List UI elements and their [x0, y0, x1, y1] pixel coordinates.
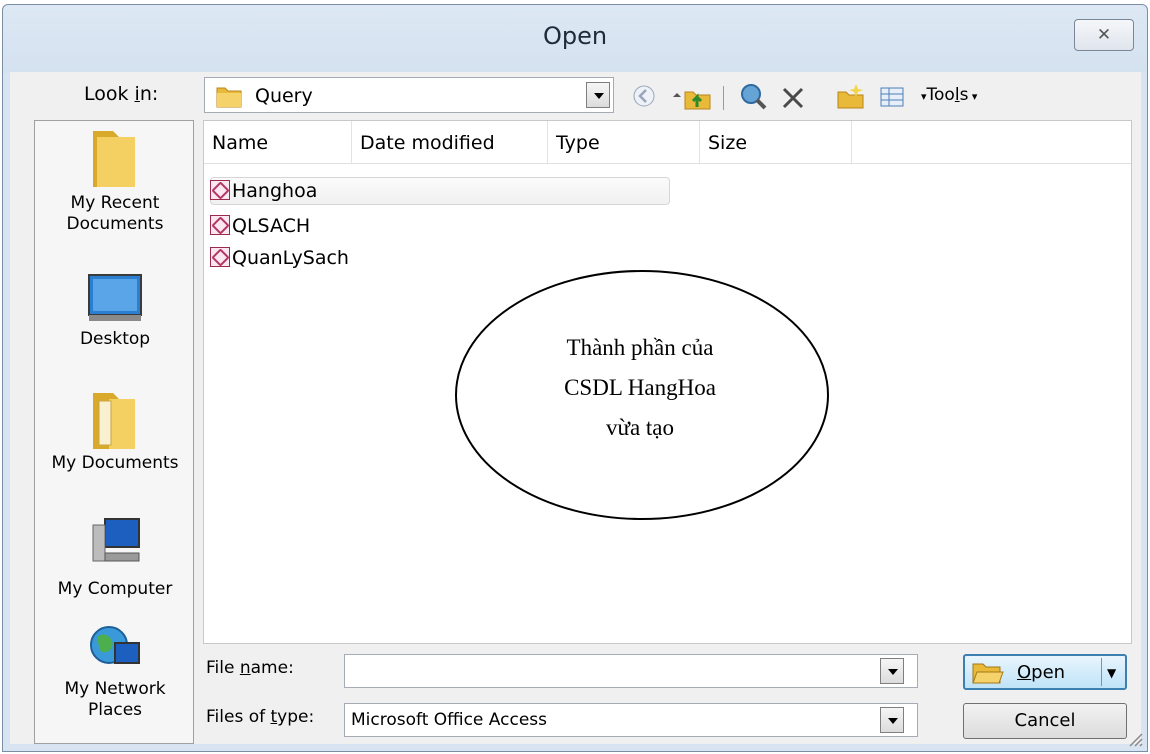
look-in-dropdown[interactable]: Query [204, 77, 614, 113]
back-icon[interactable] [630, 82, 658, 110]
file-name-input[interactable] [344, 654, 918, 688]
column-name[interactable]: Name [204, 121, 352, 163]
place-label: Documents [66, 214, 164, 234]
column-header: Name Date modified Type Size [204, 121, 1131, 164]
annotation-line: CSDL HangHoa [564, 375, 716, 400]
place-label: Places [87, 700, 143, 720]
annotation-line: vừa tạo [605, 415, 675, 440]
close-icon: ✕ [1096, 25, 1112, 45]
toolbar-separator [723, 86, 724, 110]
open-button[interactable]: Open ▼ [963, 654, 1127, 690]
access-file-icon [210, 180, 230, 200]
open-folder-icon [972, 663, 1004, 684]
open-split-arrow-icon[interactable]: ▼ [1107, 656, 1116, 690]
network-globe-icon [90, 626, 140, 664]
column-type[interactable]: Type [548, 121, 700, 163]
look-in-label: Look in: [84, 83, 159, 105]
computer-icon [92, 518, 140, 562]
file-type-value: Microsoft Office Access [351, 710, 547, 730]
documents-folder-icon [93, 393, 135, 449]
places-bar: My Recent Documents Desktop My Documents … [34, 120, 194, 744]
delete-icon[interactable] [780, 85, 808, 111]
cancel-button[interactable]: Cancel [963, 703, 1127, 739]
look-in-dropdown-arrow[interactable] [586, 82, 610, 108]
place-label: My Recent [70, 193, 160, 213]
column-size[interactable]: Size [700, 121, 852, 163]
file-type-label: Files of type: [206, 707, 315, 727]
file-name-dropdown-arrow[interactable] [880, 658, 904, 684]
new-folder-icon[interactable] [836, 82, 866, 112]
open-label: pen [1031, 662, 1066, 683]
access-file-icon [210, 247, 230, 267]
file-name: QuanLySach [232, 247, 349, 269]
file-name: Hanghoa [232, 180, 318, 202]
file-name: QLSACH [232, 215, 311, 237]
place-label: My Network [64, 679, 166, 699]
file-item[interactable]: QLSACH [210, 213, 310, 239]
access-file-icon [210, 215, 230, 235]
tools-menu[interactable]: ▾Tools ▾ [921, 85, 977, 105]
up-folder-icon[interactable] [671, 85, 713, 111]
annotation-text: Thành phần của CSDL HangHoa vừa tạo [470, 328, 810, 448]
desktop-icon [88, 274, 142, 321]
file-name-label: File name: [206, 658, 294, 678]
split-separator [1101, 658, 1102, 686]
open-label: O [1017, 662, 1032, 683]
place-label: My Computer [57, 579, 173, 599]
window-title: Open [542, 22, 608, 50]
column-date-modified[interactable]: Date modified [352, 121, 548, 163]
views-icon[interactable] [878, 84, 908, 112]
folder-icon [216, 87, 242, 108]
recent-folder-icon [93, 131, 135, 187]
resize-grip-icon[interactable] [1124, 728, 1144, 748]
file-type-dropdown-arrow[interactable] [880, 707, 904, 733]
place-label: My Documents [51, 453, 179, 473]
close-button[interactable]: ✕ [1074, 19, 1134, 51]
place-label: Desktop [79, 329, 151, 349]
file-item[interactable]: QuanLySach [210, 245, 349, 271]
file-type-dropdown[interactable]: Microsoft Office Access [344, 703, 918, 737]
annotation-line: Thành phần của [566, 335, 714, 360]
file-item[interactable]: Hanghoa [210, 178, 317, 204]
search-web-icon[interactable] [738, 82, 770, 112]
look-in-value: Query [255, 85, 313, 107]
